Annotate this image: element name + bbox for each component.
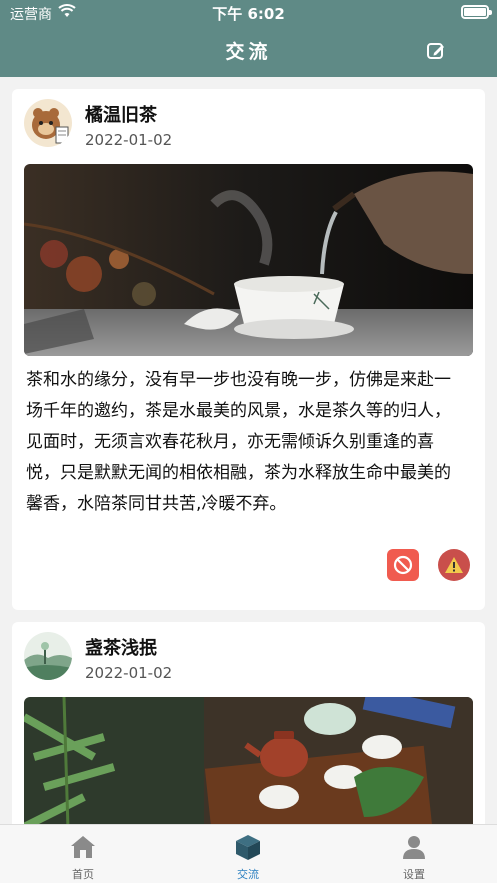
post-date: 2022-01-02 (85, 131, 173, 149)
tab-chat[interactable]: 交流 (198, 825, 298, 883)
tab-bar: 首页 交流 设置 (0, 824, 497, 883)
person-icon (403, 836, 425, 859)
cube-icon (236, 835, 260, 860)
tab-label: 首页 (72, 868, 94, 881)
avatar[interactable] (24, 632, 72, 680)
battery-icon (461, 5, 492, 19)
edit-icon[interactable] (425, 40, 447, 62)
post-author: 盏茶浅抿 (85, 638, 157, 659)
post-image[interactable] (24, 697, 473, 824)
post-content: 茶和水的缘分，没有早一步也没有晚一步，仿佛是来赴一场千年的邀约，茶是水最美的风景… (26, 370, 451, 514)
post-feed[interactable]: 橘温旧茶 2022-01-02 茶和水的缘分，没有早一步也没有晚一步，仿佛是来赴… (0, 77, 497, 824)
post-card[interactable]: 橘温旧茶 2022-01-02 茶和水的缘分，没有早一步也没有晚一步，仿佛是来赴… (12, 89, 485, 610)
avatar[interactable] (24, 99, 72, 147)
tab-label: 设置 (403, 868, 425, 881)
tab-label: 交流 (237, 868, 259, 881)
home-icon (71, 836, 95, 858)
nav-bar: 交流 (0, 26, 497, 77)
report-button[interactable] (438, 549, 470, 581)
page-title: 交流 (225, 41, 272, 63)
status-bar: 运营商 下午 6:02 (0, 0, 497, 26)
warning-icon (445, 557, 463, 573)
tab-home[interactable]: 首页 (33, 825, 133, 883)
tab-settings[interactable]: 设置 (364, 825, 464, 883)
post-image[interactable] (24, 164, 473, 356)
status-time: 下午 6:02 (212, 5, 285, 23)
block-button[interactable] (387, 549, 419, 581)
post-date: 2022-01-02 (85, 664, 173, 682)
block-icon (393, 555, 413, 575)
post-card[interactable]: 盏茶浅抿 2022-01-02 (12, 622, 485, 824)
post-author: 橘温旧茶 (85, 105, 157, 126)
